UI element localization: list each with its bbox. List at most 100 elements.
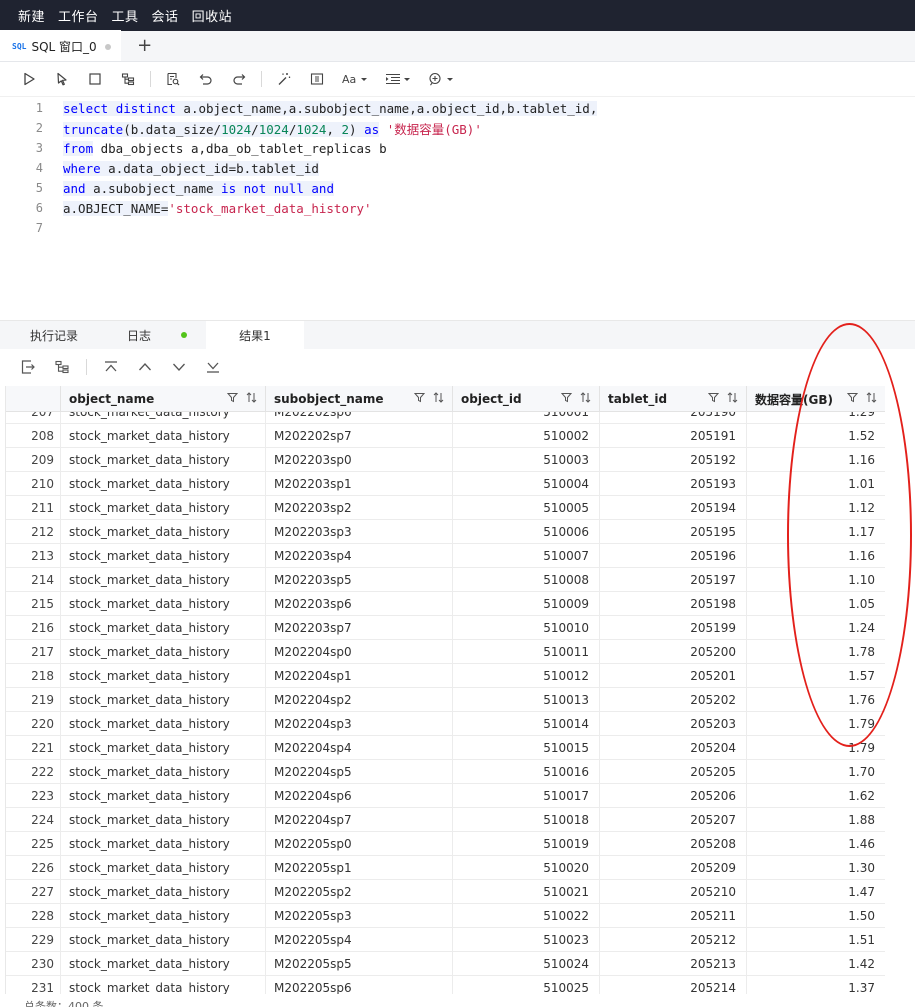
table-cell[interactable]: M202205sp1 bbox=[266, 856, 453, 880]
table-cell[interactable]: 510023 bbox=[453, 928, 600, 952]
table-cell[interactable]: 1.01 bbox=[747, 472, 885, 496]
first-row-icon[interactable] bbox=[101, 357, 121, 377]
table-row[interactable]: 213 stock_market_data_history M202203sp4 51… bbox=[6, 544, 885, 568]
table-cell[interactable]: stock_market_data_history bbox=[61, 616, 266, 640]
code-line-4[interactable]: 4 where a.data_object_id=b.tablet_id bbox=[0, 158, 915, 178]
add-tab-button[interactable]: + bbox=[129, 30, 161, 61]
table-row[interactable]: 227 stock_market_data_history M202205sp2 51… bbox=[6, 880, 885, 904]
table-cell[interactable]: M202202sp7 bbox=[266, 424, 453, 448]
menu-session[interactable]: 会话 bbox=[152, 6, 179, 25]
table-cell[interactable]: 205212 bbox=[600, 928, 747, 952]
column-header-tablet-id[interactable]: tablet_id bbox=[600, 386, 747, 412]
table-cell[interactable]: 1.37 bbox=[747, 976, 885, 994]
table-row[interactable]: 220 stock_market_data_history M202204sp3 51… bbox=[6, 712, 885, 736]
table-row[interactable]: 209 stock_market_data_history M202203sp0 51… bbox=[6, 448, 885, 472]
code-line-1[interactable]: 1 select distinct a.object_name,a.subobj… bbox=[0, 98, 915, 118]
table-row[interactable]: 221 stock_market_data_history M202204sp4 51… bbox=[6, 736, 885, 760]
menu-recycle-bin[interactable]: 回收站 bbox=[192, 6, 233, 25]
table-cell[interactable]: 510003 bbox=[453, 448, 600, 472]
table-row[interactable]: 222 stock_market_data_history M202204sp5 51… bbox=[6, 760, 885, 784]
table-cell[interactable]: stock_market_data_history bbox=[61, 520, 266, 544]
export-icon[interactable] bbox=[18, 357, 38, 377]
table-cell[interactable]: 1.79 bbox=[747, 712, 885, 736]
table-cell[interactable]: 1.78 bbox=[747, 640, 885, 664]
table-cell[interactable]: 205208 bbox=[600, 832, 747, 856]
table-cell[interactable]: 205200 bbox=[600, 640, 747, 664]
unsaved-dot-icon[interactable] bbox=[104, 43, 111, 50]
table-cell[interactable]: M202203sp5 bbox=[266, 568, 453, 592]
table-cell[interactable]: 205214 bbox=[600, 976, 747, 994]
table-cell[interactable]: 205195 bbox=[600, 520, 747, 544]
table-cell[interactable]: 510016 bbox=[453, 760, 600, 784]
table-cell[interactable]: 1.70 bbox=[747, 760, 885, 784]
menu-new[interactable]: 新建 bbox=[18, 6, 45, 25]
table-cell[interactable]: 1.12 bbox=[747, 496, 885, 520]
table-cell[interactable]: 1.46 bbox=[747, 832, 885, 856]
tab-execution-history[interactable]: 执行记录 bbox=[0, 321, 108, 350]
table-cell[interactable]: 205207 bbox=[600, 808, 747, 832]
run-icon[interactable] bbox=[18, 68, 40, 90]
filter-icon[interactable] bbox=[847, 392, 858, 403]
layout-icon[interactable] bbox=[306, 68, 328, 90]
table-cell[interactable]: 510014 bbox=[453, 712, 600, 736]
table-row[interactable]: 217 stock_market_data_history M202204sp0 51… bbox=[6, 640, 885, 664]
table-cell[interactable]: 205213 bbox=[600, 952, 747, 976]
table-row[interactable]: 229 stock_market_data_history M202205sp4 51… bbox=[6, 928, 885, 952]
table-cell[interactable]: 1.76 bbox=[747, 688, 885, 712]
table-cell[interactable]: stock_market_data_history bbox=[61, 496, 266, 520]
search-doc-icon[interactable] bbox=[162, 68, 184, 90]
table-cell[interactable]: M202204sp2 bbox=[266, 688, 453, 712]
column-header-object-name[interactable]: object_name bbox=[61, 386, 266, 412]
table-cell[interactable]: M202204sp1 bbox=[266, 664, 453, 688]
table-cell[interactable]: 1.16 bbox=[747, 448, 885, 472]
table-cell[interactable]: 1.30 bbox=[747, 856, 885, 880]
table-cell[interactable]: 510011 bbox=[453, 640, 600, 664]
sort-icon[interactable] bbox=[580, 392, 591, 403]
table-cell[interactable]: 205203 bbox=[600, 712, 747, 736]
next-row-icon[interactable] bbox=[169, 357, 189, 377]
table-cell[interactable]: M202204sp0 bbox=[266, 640, 453, 664]
format-tree-icon[interactable] bbox=[117, 68, 139, 90]
table-cell[interactable]: stock_market_data_history bbox=[61, 784, 266, 808]
code-line-5[interactable]: 5 and a.subobject_name is not null and bbox=[0, 178, 915, 198]
table-cell[interactable]: M202205sp5 bbox=[266, 952, 453, 976]
filter-icon[interactable] bbox=[561, 392, 572, 403]
table-cell[interactable]: 205204 bbox=[600, 736, 747, 760]
filter-icon[interactable] bbox=[708, 392, 719, 403]
table-row[interactable]: 215 stock_market_data_history M202203sp6 51… bbox=[6, 592, 885, 616]
table-cell[interactable]: M202203sp0 bbox=[266, 448, 453, 472]
table-cell[interactable]: 510022 bbox=[453, 904, 600, 928]
table-cell[interactable]: 1.50 bbox=[747, 904, 885, 928]
table-cell[interactable]: stock_market_data_history bbox=[61, 424, 266, 448]
column-header-subobject-name[interactable]: subobject_name bbox=[266, 386, 453, 412]
table-cell[interactable]: M202205sp0 bbox=[266, 832, 453, 856]
table-cell[interactable]: 205210 bbox=[600, 880, 747, 904]
table-cell[interactable]: 205193 bbox=[600, 472, 747, 496]
table-cell[interactable]: 1.05 bbox=[747, 592, 885, 616]
table-cell[interactable]: M202205sp4 bbox=[266, 928, 453, 952]
table-cell[interactable]: 205191 bbox=[600, 424, 747, 448]
tab-sql-window-0[interactable]: SQL SQL 窗口_0 bbox=[0, 30, 121, 61]
table-cell[interactable]: 1.79 bbox=[747, 736, 885, 760]
table-row[interactable]: 224 stock_market_data_history M202204sp7 51… bbox=[6, 808, 885, 832]
table-cell[interactable]: 510024 bbox=[453, 952, 600, 976]
table-cell[interactable]: 205199 bbox=[600, 616, 747, 640]
table-cell[interactable]: M202203sp1 bbox=[266, 472, 453, 496]
table-cell[interactable]: 1.62 bbox=[747, 784, 885, 808]
table-cell[interactable]: 1.24 bbox=[747, 616, 885, 640]
table-cell[interactable]: 205211 bbox=[600, 904, 747, 928]
table-cell[interactable]: M202204sp4 bbox=[266, 736, 453, 760]
table-cell[interactable]: 205192 bbox=[600, 448, 747, 472]
table-row[interactable]: 228 stock_market_data_history M202205sp3 51… bbox=[6, 904, 885, 928]
table-cell[interactable]: 1.51 bbox=[747, 928, 885, 952]
table-row[interactable]: 214 stock_market_data_history M202203sp5 51… bbox=[6, 568, 885, 592]
table-cell[interactable]: 205209 bbox=[600, 856, 747, 880]
table-cell[interactable]: M202204sp7 bbox=[266, 808, 453, 832]
table-cell[interactable]: 510020 bbox=[453, 856, 600, 880]
sort-icon[interactable] bbox=[246, 392, 257, 403]
stop-icon[interactable] bbox=[84, 68, 106, 90]
table-cell[interactable]: 1.47 bbox=[747, 880, 885, 904]
table-cell[interactable]: 205201 bbox=[600, 664, 747, 688]
table-cell[interactable]: stock_market_data_history bbox=[61, 544, 266, 568]
column-header-data-size-gb[interactable]: 数据容量(GB) bbox=[747, 386, 885, 412]
